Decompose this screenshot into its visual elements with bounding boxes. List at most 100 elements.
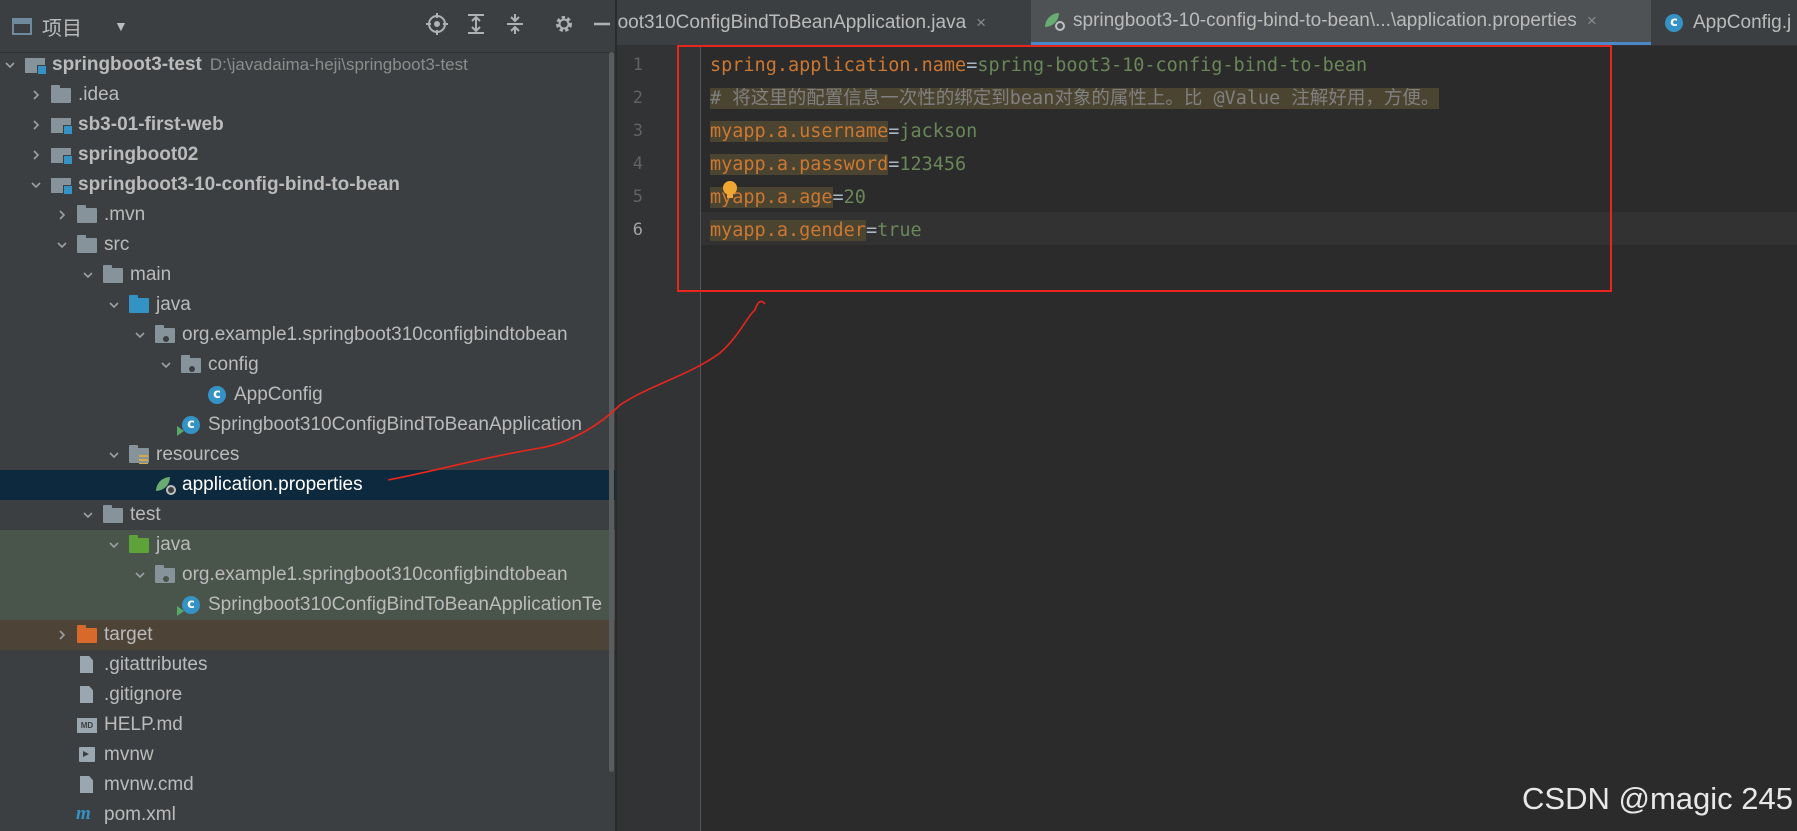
- watermark: CSDN @magic 245: [1522, 781, 1793, 816]
- chevron-down-icon[interactable]: [78, 509, 98, 521]
- chevron-right-icon[interactable]: [52, 629, 72, 641]
- tree-item-label: java: [156, 534, 191, 555]
- collapse-all-icon[interactable]: [502, 13, 528, 39]
- close-icon[interactable]: ×: [1587, 11, 1597, 31]
- folder-icon: [76, 235, 98, 255]
- tree-item-label: .gitattributes: [104, 654, 208, 675]
- file-icon: [76, 775, 98, 795]
- tree-item-gitignore[interactable]: .gitignore: [0, 680, 615, 710]
- tree-item-label: .mvn: [104, 204, 146, 225]
- tree-item-label: test: [130, 504, 161, 525]
- tree-item-label: Springboot310ConfigBindToBeanApplication: [208, 414, 582, 435]
- tab-appconfig[interactable]: c AppConfig.j: [1663, 0, 1791, 45]
- project-view-icon: [12, 17, 32, 35]
- tree-item-mvnw-cmd[interactable]: mvnw.cmd: [0, 770, 615, 800]
- chevron-down-icon[interactable]: [130, 569, 150, 581]
- tree-item-label: mvnw: [104, 744, 154, 765]
- tab-application-properties[interactable]: springboot3-10-config-bind-to-bean\...\a…: [1031, 0, 1651, 45]
- tree-item-label: org.example1.springboot310configbindtobe…: [182, 324, 568, 345]
- tab-label: AppConfig.j: [1693, 11, 1792, 33]
- line-number: 5: [632, 187, 643, 207]
- settings-icon[interactable]: [551, 13, 577, 39]
- folder-icon: [102, 265, 124, 285]
- tree-item-springboot3-test[interactable]: springboot3-test D:\javadaima-heji\sprin…: [0, 50, 615, 80]
- tree-item-target[interactable]: target: [0, 620, 615, 650]
- tree-item-label: mvnw.cmd: [104, 774, 194, 795]
- tree-item-src[interactable]: src: [0, 230, 615, 260]
- tree-item-config[interactable]: config: [0, 350, 615, 380]
- line-number: 6: [632, 220, 643, 240]
- module-icon: [50, 175, 73, 195]
- chevron-right-icon[interactable]: [26, 149, 46, 161]
- tree-item-label: springboot3-test: [52, 54, 202, 75]
- chevron-down-icon[interactable]: [104, 539, 124, 551]
- test-source-folder-icon: [128, 535, 150, 555]
- tree-item-label: .gitignore: [104, 684, 183, 705]
- tree-item-package[interactable]: org.example1.springboot310configbindtobe…: [0, 320, 615, 350]
- tree-item-test-package[interactable]: org.example1.springboot310configbindtobe…: [0, 560, 615, 590]
- minimize-icon[interactable]: [589, 13, 615, 39]
- project-panel-title[interactable]: 项目: [42, 12, 82, 41]
- tree-item-mvnw[interactable]: mvnw: [0, 740, 615, 770]
- spring-boot-class-icon: c: [177, 415, 202, 436]
- tree-item-label: main: [130, 264, 172, 285]
- project-scrollbar[interactable]: [609, 52, 614, 772]
- tree-item-mvn[interactable]: .mvn: [0, 200, 615, 230]
- tree-item-java[interactable]: java: [0, 290, 615, 320]
- tree-item-label: target: [104, 624, 153, 645]
- tree-item-sb3-01-first-web[interactable]: sb3-01-first-web: [0, 110, 615, 140]
- line-number: 1: [632, 55, 643, 75]
- project-panel: 项目 ▼ springboot3-test D:\javadaima-heji\…: [0, 0, 615, 831]
- chevron-right-icon[interactable]: [26, 89, 46, 101]
- spring-properties-icon: [1043, 11, 1065, 31]
- close-icon[interactable]: ×: [976, 13, 986, 33]
- chevron-right-icon[interactable]: [26, 119, 46, 131]
- line-number: 3: [632, 121, 643, 141]
- package-icon: [154, 325, 176, 345]
- tree-item-label: springboot02: [78, 144, 199, 165]
- source-folder-icon: [128, 295, 150, 315]
- tree-item-springboot02[interactable]: springboot02: [0, 140, 615, 170]
- chevron-down-icon[interactable]: [78, 269, 98, 281]
- tree-item-help-md[interactable]: MD HELP.md: [0, 710, 615, 740]
- tree-item-label: springboot3-10-config-bind-to-bean: [78, 174, 400, 195]
- tree-item-application-class[interactable]: c Springboot310ConfigBindToBeanApplicati…: [0, 410, 615, 440]
- module-icon: [24, 55, 47, 75]
- tree-item-label: src: [104, 234, 130, 255]
- chevron-right-icon[interactable]: [52, 209, 72, 221]
- resources-folder-icon: [128, 445, 150, 465]
- chevron-down-icon[interactable]: [26, 179, 46, 191]
- expand-all-icon[interactable]: [463, 13, 489, 39]
- tab-label: springboot3-10-config-bind-to-bean\...\a…: [1073, 10, 1577, 31]
- tree-item-label: pom.xml: [104, 804, 176, 825]
- tree-item-idea[interactable]: .idea: [0, 80, 615, 110]
- tree-item-gitattributes[interactable]: .gitattributes: [0, 650, 615, 680]
- markdown-file-icon: MD: [76, 715, 98, 735]
- tab-label: boot310ConfigBindToBeanApplication.java: [617, 11, 967, 33]
- tree-item-test-java[interactable]: java: [0, 530, 615, 560]
- tree-item-label: java: [156, 294, 191, 315]
- tree-item-label: .idea: [78, 84, 120, 105]
- chevron-down-icon[interactable]: [52, 239, 72, 251]
- chevron-down-icon[interactable]: [0, 59, 20, 71]
- test-class-icon: c: [177, 595, 202, 616]
- chevron-down-icon[interactable]: [130, 329, 150, 341]
- view-dropdown-icon[interactable]: ▼: [114, 18, 128, 34]
- tree-item-pom-xml[interactable]: m pom.xml: [0, 800, 615, 830]
- tree-item-main[interactable]: main: [0, 260, 615, 290]
- annotation-box: [677, 45, 1612, 292]
- chevron-down-icon[interactable]: [104, 449, 124, 461]
- tree-item-test-class[interactable]: c Springboot310ConfigBindToBeanApplicati…: [0, 590, 615, 620]
- tree-item-application-properties[interactable]: application.properties: [0, 470, 615, 500]
- locate-icon[interactable]: [424, 13, 450, 39]
- tree-item-springboot3-10-config-bind-to-bean[interactable]: springboot3-10-config-bind-to-bean: [0, 170, 615, 200]
- chevron-down-icon[interactable]: [104, 299, 124, 311]
- tree-item-resources[interactable]: resources: [0, 440, 615, 470]
- tree-item-label: sb3-01-first-web: [78, 114, 224, 135]
- maven-file-icon: m: [76, 803, 91, 824]
- excluded-folder-icon: [76, 625, 98, 645]
- tree-item-appconfig[interactable]: c AppConfig: [0, 380, 615, 410]
- tree-item-test[interactable]: test: [0, 500, 615, 530]
- folder-icon: [76, 205, 98, 225]
- chevron-down-icon[interactable]: [156, 359, 176, 371]
